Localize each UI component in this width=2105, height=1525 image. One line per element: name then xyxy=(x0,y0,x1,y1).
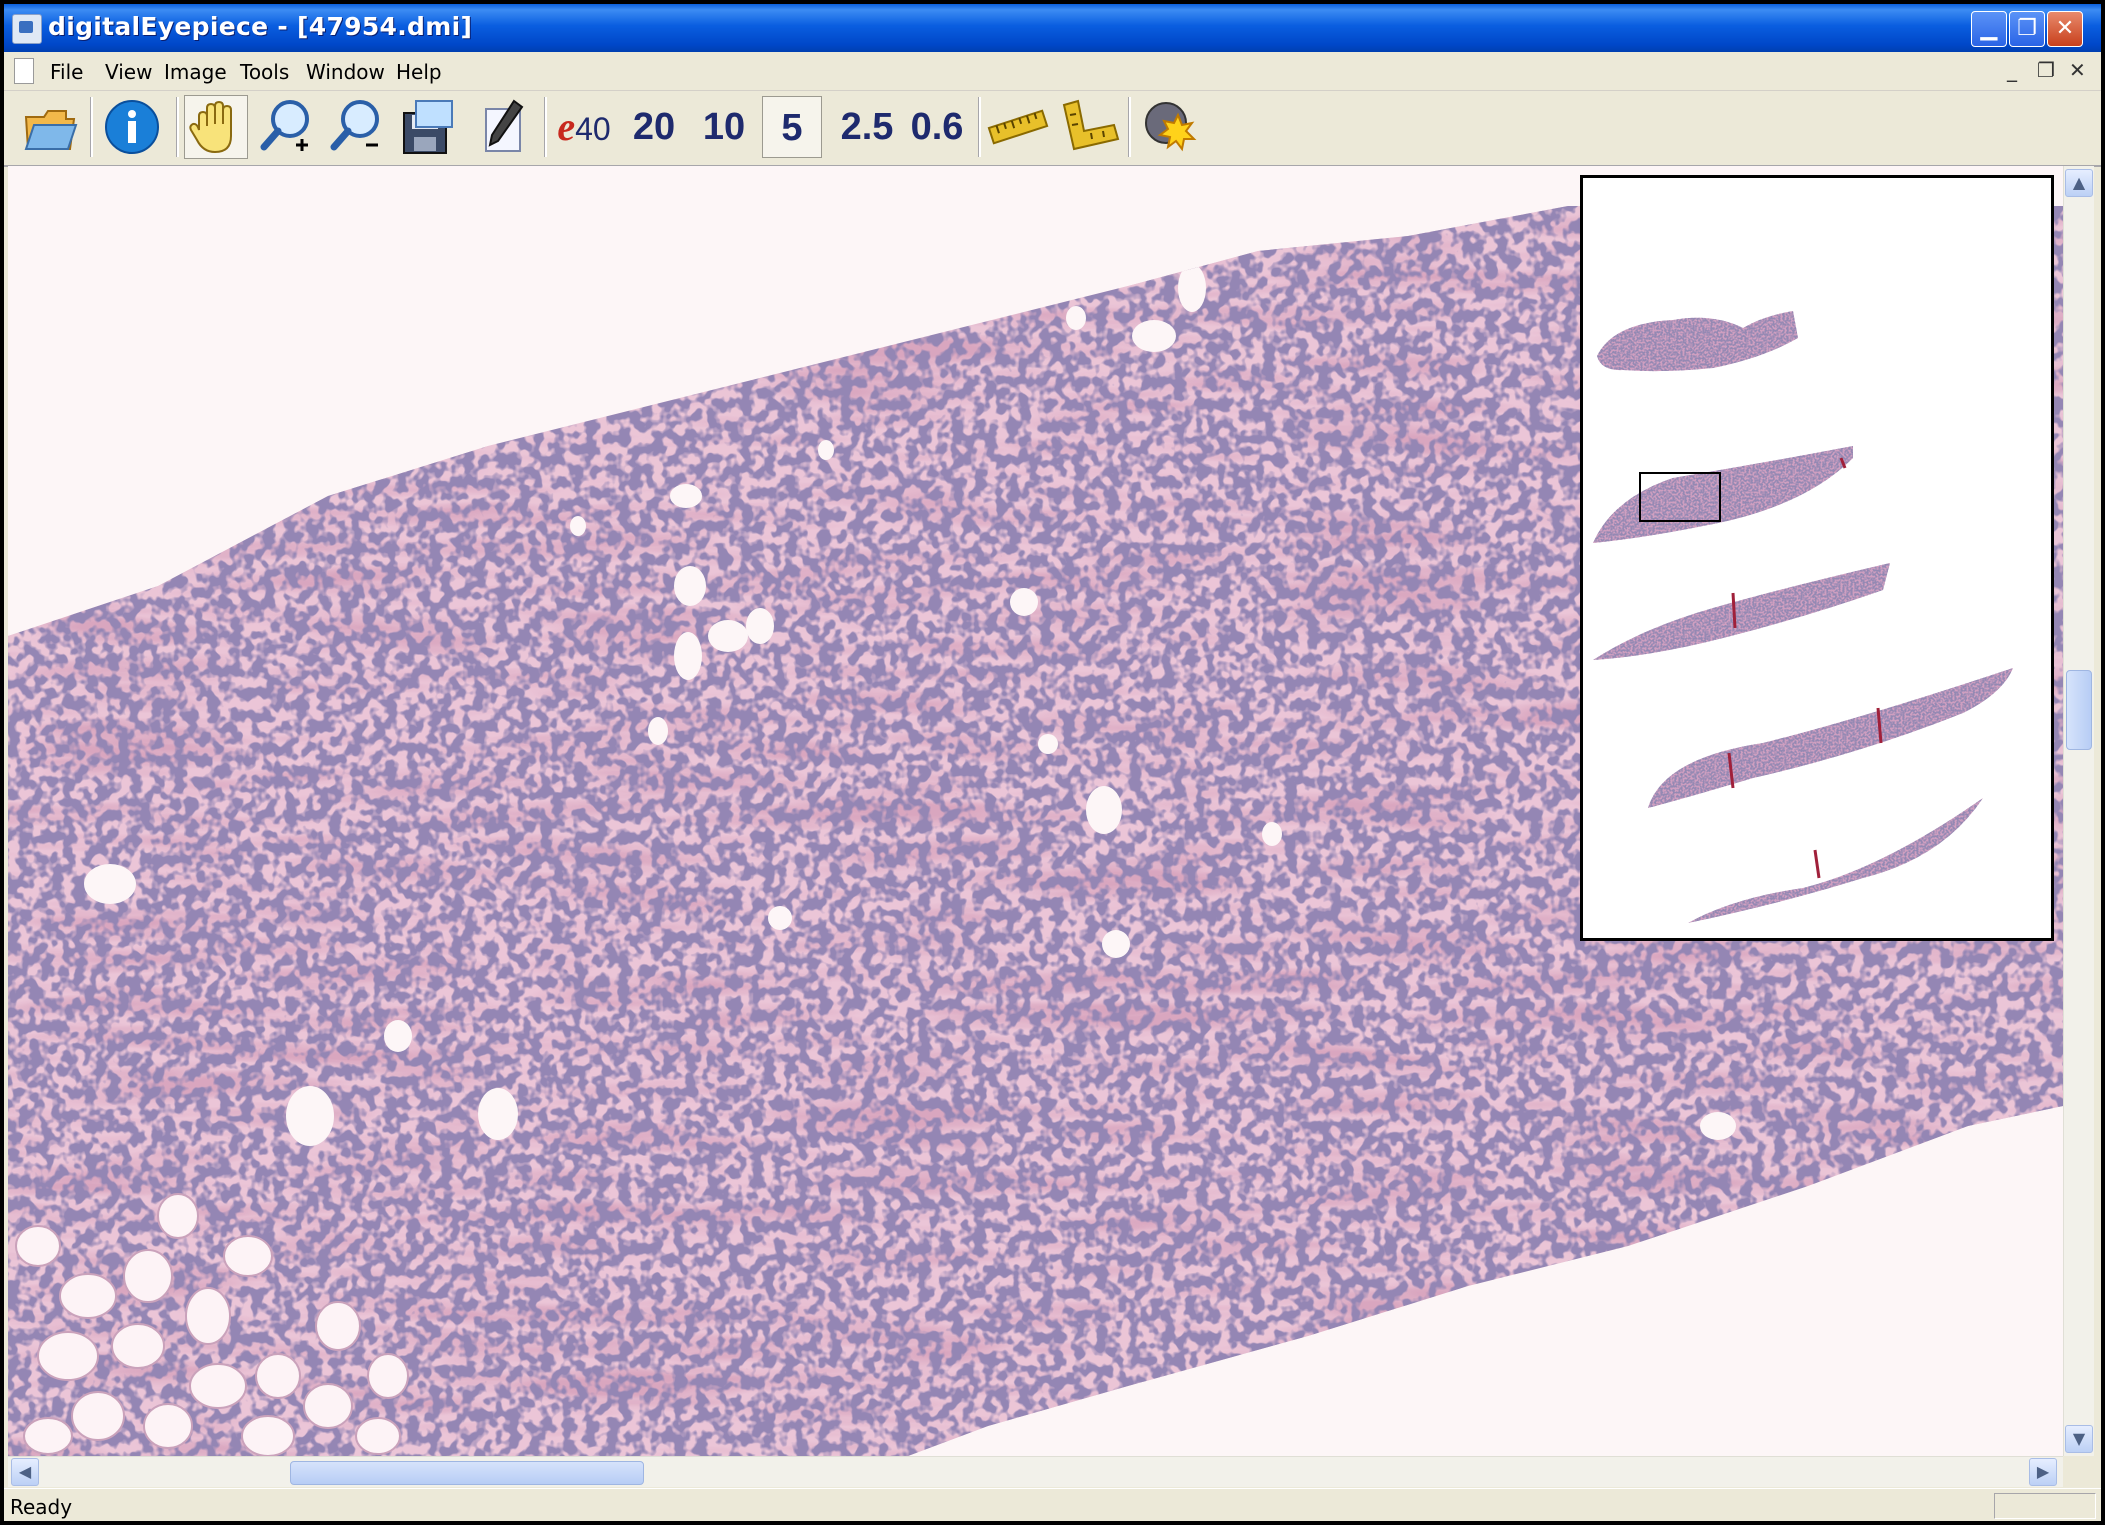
window-title: digitalEyepiece - [47954.dmi] xyxy=(48,12,473,41)
menu-help[interactable]: Help xyxy=(396,60,442,84)
pan-button[interactable] xyxy=(184,95,248,159)
ruler-button[interactable] xyxy=(986,95,1050,159)
menu-tools[interactable]: Tools xyxy=(240,60,289,84)
scroll-right-icon[interactable]: ▶ xyxy=(2029,1458,2057,1486)
maximize-button[interactable]: ❐ xyxy=(2009,11,2045,47)
magnification-0-6-button[interactable]: 0.6 xyxy=(902,101,972,153)
save-button[interactable] xyxy=(396,95,460,159)
annotate-button[interactable] xyxy=(470,95,534,159)
open-button[interactable] xyxy=(18,95,82,159)
annotate-pen-icon xyxy=(485,99,524,152)
document-icon[interactable] xyxy=(14,58,34,84)
mdi-minimize-button[interactable]: _ xyxy=(2007,58,2017,82)
scroll-left-icon[interactable]: ◀ xyxy=(11,1458,39,1486)
toolbar-separator xyxy=(978,97,981,157)
app-icon[interactable] xyxy=(12,14,42,44)
scroll-up-icon[interactable]: ▲ xyxy=(2065,169,2093,197)
light-settings-button[interactable] xyxy=(1138,95,1202,159)
menu-bar: File View Image Tools Window Help _ ❐ ✕ xyxy=(4,52,2101,91)
menu-window[interactable]: Window xyxy=(306,60,385,84)
ruler-icon xyxy=(987,109,1049,145)
magnification-e-prefix: e xyxy=(557,104,576,149)
toolbar-separator xyxy=(544,97,547,157)
zoom-in-button[interactable] xyxy=(256,95,320,159)
magnification-5-button[interactable]: 5 xyxy=(762,96,822,158)
light-settings-icon xyxy=(1145,102,1197,152)
status-pane xyxy=(1994,1493,2096,1519)
app-window: digitalEyepiece - [47954.dmi] ▁ ❐ ✕ File… xyxy=(4,4,2101,1521)
scroll-down-icon[interactable]: ▼ xyxy=(2065,1425,2093,1453)
toolbar-separator xyxy=(90,97,93,157)
overview-image[interactable] xyxy=(1583,178,2051,938)
open-folder-icon xyxy=(24,110,78,150)
zoom-in-icon xyxy=(260,100,309,151)
vertical-scroll-thumb[interactable] xyxy=(2066,670,2092,750)
menu-view[interactable]: View xyxy=(105,60,152,84)
magnification-20-button[interactable]: 20 xyxy=(624,101,684,153)
vertical-scrollbar[interactable]: ▲ ▼ xyxy=(2063,166,2094,1456)
title-bar[interactable]: digitalEyepiece - [47954.dmi] ▁ ❐ ✕ xyxy=(4,4,2101,52)
toolbar-separator xyxy=(1128,97,1131,157)
horizontal-scroll-thumb[interactable] xyxy=(290,1461,644,1485)
angle-ruler-icon xyxy=(1062,99,1120,151)
angle-ruler-button[interactable] xyxy=(1056,95,1120,159)
toolbar: e40 20 10 5 2.5 0.6 xyxy=(4,91,2101,167)
magnification-e40-button[interactable]: e40 xyxy=(552,101,616,153)
minimize-icon: ▁ xyxy=(1980,16,1998,41)
status-text: Ready xyxy=(10,1495,73,1519)
minimize-button[interactable]: ▁ xyxy=(1971,11,2007,47)
mdi-close-button[interactable]: ✕ xyxy=(2069,58,2086,82)
info-button[interactable] xyxy=(100,95,164,159)
close-icon: ✕ xyxy=(2055,16,2075,41)
pan-hand-icon xyxy=(189,100,232,154)
maximize-icon: ❐ xyxy=(2017,16,2037,41)
zoom-out-icon xyxy=(330,100,379,151)
save-icon xyxy=(403,100,453,154)
status-bar: Ready xyxy=(4,1488,2101,1521)
magnification-e-value: 40 xyxy=(575,111,611,147)
menu-file[interactable]: File xyxy=(50,60,83,84)
menu-image[interactable]: Image xyxy=(164,60,227,84)
toolbar-separator xyxy=(176,97,179,157)
close-button[interactable]: ✕ xyxy=(2047,11,2083,47)
horizontal-scrollbar[interactable]: ◀ ▶ xyxy=(8,1456,2063,1487)
mdi-restore-button[interactable]: ❐ xyxy=(2037,58,2055,82)
magnification-10-button[interactable]: 10 xyxy=(694,101,754,153)
zoom-out-button[interactable] xyxy=(326,95,390,159)
slide-overview-thumbnail[interactable] xyxy=(1580,175,2054,941)
magnification-2-5-button[interactable]: 2.5 xyxy=(832,101,902,153)
info-icon xyxy=(105,100,159,154)
